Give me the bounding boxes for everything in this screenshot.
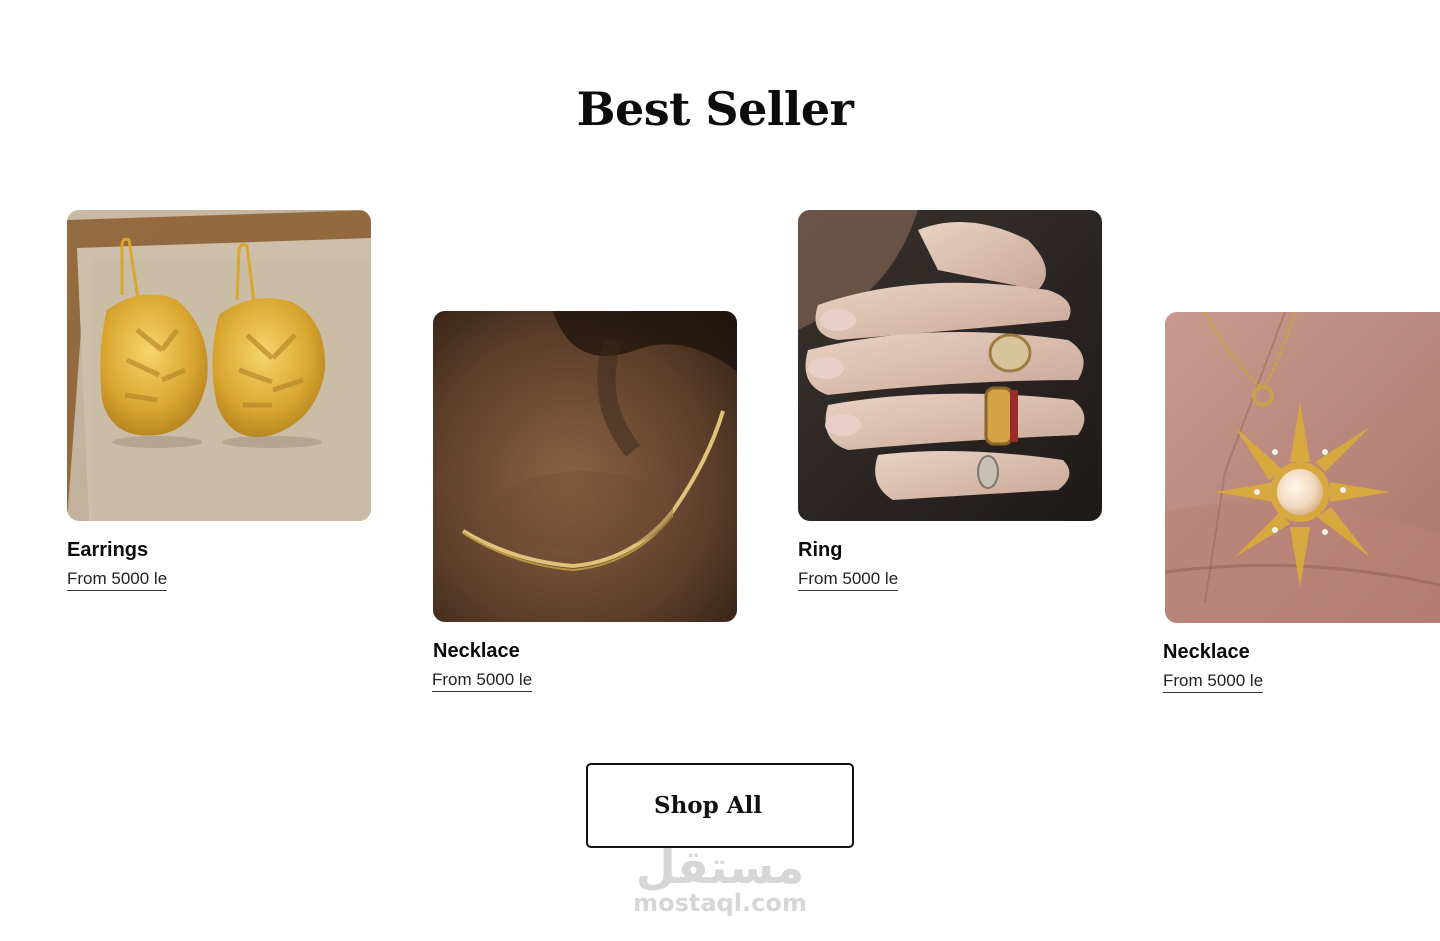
product-card-necklace-pendant[interactable]: Necklace From 5000 le (1163, 312, 1440, 693)
product-name[interactable]: Necklace (433, 639, 739, 663)
product-name[interactable]: Necklace (1163, 640, 1440, 664)
product-image-necklace-chain[interactable] (433, 311, 737, 622)
earrings-photo-icon (67, 210, 371, 521)
watermark-url: mostaql.com (633, 889, 807, 917)
watermark: مستقل mostaql.com (620, 840, 820, 916)
product-price-link[interactable]: From 5000 le (1163, 670, 1264, 693)
product-card-earrings[interactable]: Earrings From 5000 le (67, 210, 373, 591)
product-price-link[interactable]: From 5000 le (67, 568, 168, 591)
product-image-necklace-pendant[interactable] (1165, 312, 1440, 623)
chain-necklace-photo-icon (433, 311, 737, 622)
section-title: Best Seller (576, 82, 854, 136)
product-card-necklace-chain[interactable]: Necklace From 5000 le (432, 311, 739, 692)
watermark-logo: مستقل (635, 840, 805, 894)
rings-on-hand-photo-icon (798, 210, 1102, 521)
shop-all-button[interactable]: Shop All (586, 763, 854, 848)
product-price-link[interactable]: From 5000 le (432, 669, 533, 692)
product-name[interactable]: Earrings (67, 538, 373, 562)
product-image-earrings[interactable] (67, 210, 371, 521)
sun-pendant-photo-icon (1165, 312, 1440, 623)
product-price-link[interactable]: From 5000 le (798, 568, 899, 591)
product-name[interactable]: Ring (798, 538, 1104, 562)
product-image-ring[interactable] (798, 210, 1102, 521)
product-card-ring[interactable]: Ring From 5000 le (798, 210, 1104, 591)
